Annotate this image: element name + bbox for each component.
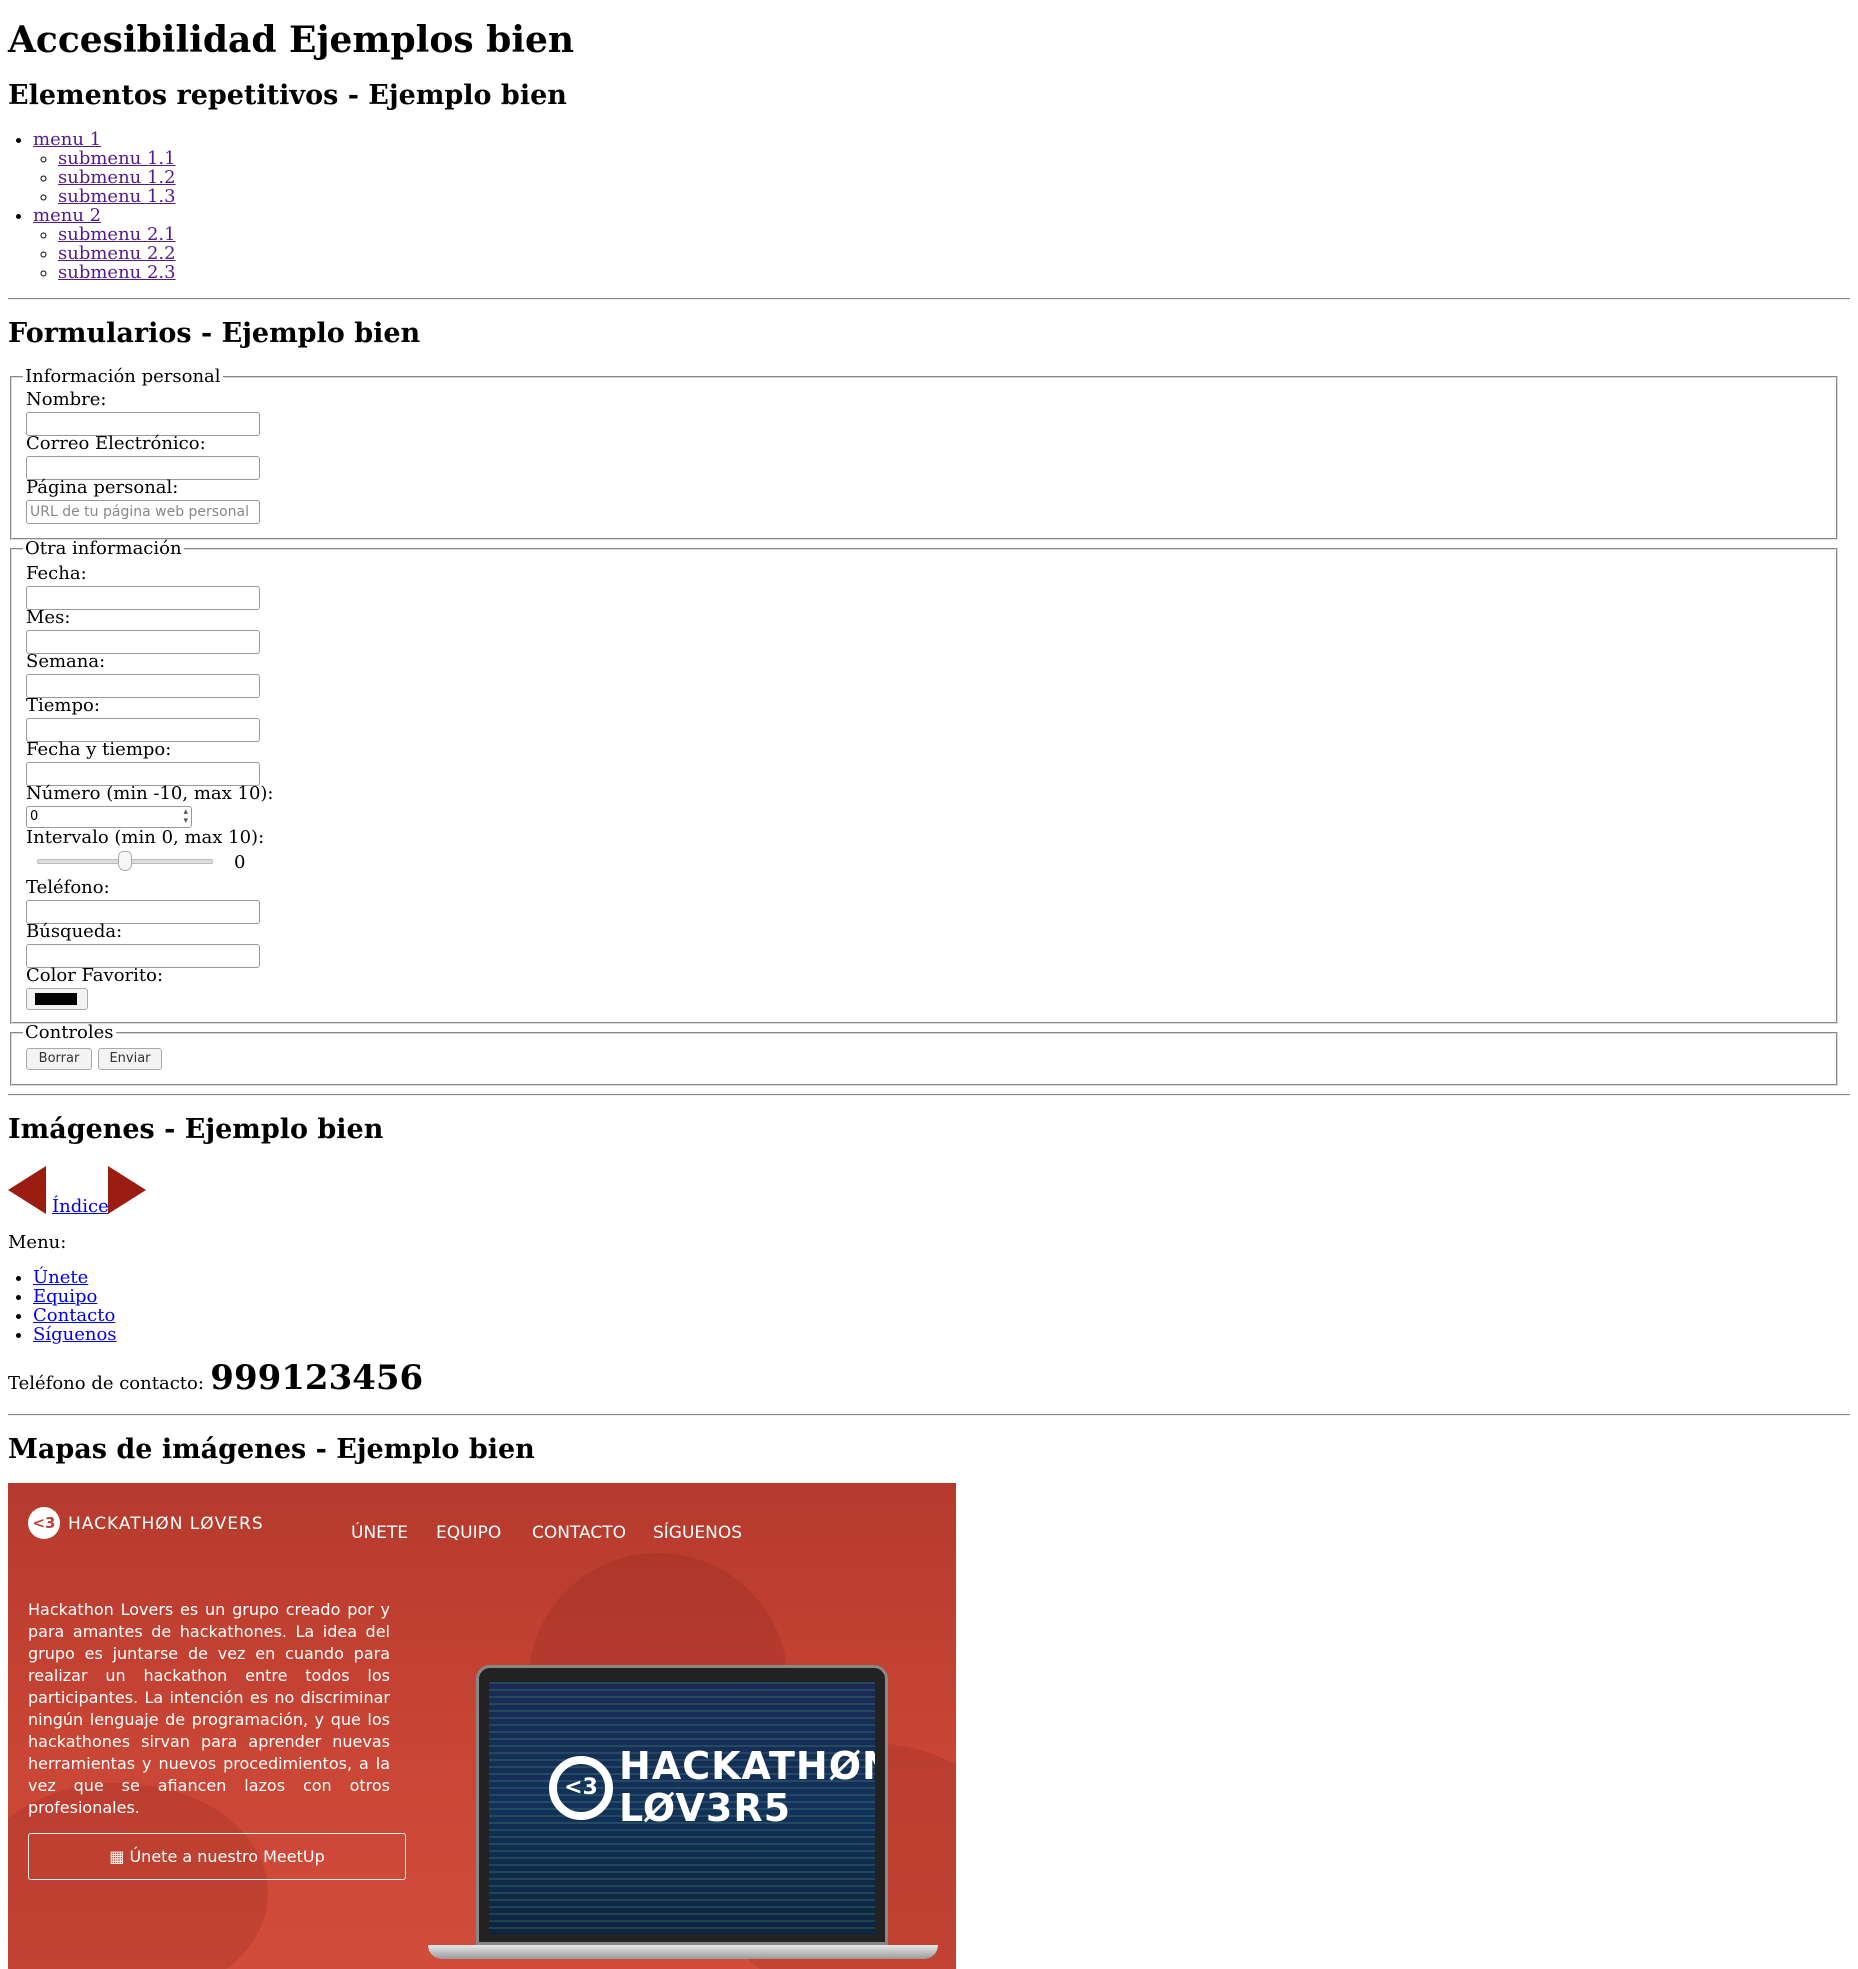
menu-item: menu 2 submenu 2.1 submenu 2.2 submenu 2…	[33, 206, 176, 282]
fieldset-personal: Información personal Nombre: Correo Elec…	[10, 368, 1838, 540]
mes-label: Mes:	[26, 607, 71, 628]
submenu-link-1-2[interactable]: submenu 1.2	[58, 167, 176, 188]
submenu-item: submenu 2.3	[58, 263, 176, 282]
screen-gear-icon: <3	[549, 1756, 613, 1820]
section-heading-repetitive: Elementos repetitivos - Ejemplo bien	[8, 80, 567, 111]
submit-button[interactable]: Enviar	[98, 1048, 162, 1070]
submenu-link-2-2[interactable]: submenu 2.2	[58, 243, 176, 264]
reset-button[interactable]: Borrar	[26, 1048, 92, 1070]
submenu-item: submenu 1.2	[58, 168, 176, 187]
submenu-item: submenu 2.1	[58, 225, 176, 244]
busqueda-label: Búsqueda:	[26, 921, 123, 942]
meetup-button[interactable]: ▦ Únete a nuestro MeetUp	[28, 1833, 406, 1880]
meetup-label: Únete a nuestro MeetUp	[129, 1847, 325, 1866]
pagina-label: Página personal:	[26, 477, 179, 498]
tiempo-label: Tiempo:	[26, 695, 100, 716]
contact-phone: Teléfono de contacto: 999123456	[8, 1358, 423, 1398]
screen-title-2: LØV3R5	[619, 1786, 792, 1830]
image-nav-menu: Únete Equipo Contacto Síguenos	[8, 1268, 117, 1344]
laptop-base	[428, 1945, 938, 1959]
menu-item: Equipo	[33, 1287, 117, 1306]
laptop-image: HACKATHØN LØV3R5 <3	[476, 1665, 888, 1945]
menu-item: Síguenos	[33, 1325, 117, 1344]
section-heading-forms: Formularios - Ejemplo bien	[8, 318, 421, 349]
nombre-label: Nombre:	[26, 389, 107, 410]
submenu-item: submenu 1.3	[58, 187, 176, 206]
divider	[8, 298, 1850, 300]
correo-label: Correo Electrónico:	[26, 433, 206, 454]
nav-menu: menu 1 submenu 1.1 submenu 1.2 submenu 1…	[8, 130, 176, 282]
pagina-input[interactable]: URL de tu página web personal	[26, 500, 260, 524]
menu-item: menu 1 submenu 1.1 submenu 1.2 submenu 1…	[33, 130, 176, 206]
hackathon-description: Hackathon Lovers es un grupo creado por …	[28, 1600, 390, 1817]
map-area-unete[interactable]: ÚNETE	[351, 1522, 408, 1544]
link-contacto[interactable]: Contacto	[33, 1305, 115, 1326]
index-link[interactable]: Índice	[52, 1196, 109, 1217]
map-area-contacto[interactable]: CONTACTO	[532, 1522, 626, 1544]
legend-other: Otra información	[25, 538, 182, 559]
submenu-item: submenu 1.1	[58, 149, 176, 168]
arrow-left-icon[interactable]	[8, 1166, 46, 1214]
link-unete[interactable]: Únete	[33, 1267, 88, 1288]
logo-gear-icon[interactable]: <3	[28, 1507, 60, 1539]
submenu-link-1-3[interactable]: submenu 1.3	[58, 186, 176, 207]
divider	[8, 1414, 1850, 1416]
fieldset-controls: Controles Borrar Enviar	[10, 1024, 1838, 1086]
divider	[8, 1094, 1850, 1096]
phone-label: Teléfono de contacto:	[8, 1373, 204, 1394]
spinner-icon[interactable]: ▴ ▾	[183, 808, 188, 826]
menu-link-1[interactable]: menu 1	[33, 129, 101, 150]
numero-value: 0	[30, 809, 39, 824]
calendar-icon: ▦	[109, 1847, 125, 1866]
arrow-right-icon[interactable]	[108, 1166, 146, 1214]
menu-item: Contacto	[33, 1306, 117, 1325]
submenu-link-2-1[interactable]: submenu 2.1	[58, 224, 176, 245]
section-heading-image-maps: Mapas de imágenes - Ejemplo bien	[8, 1434, 535, 1465]
legend-controls: Controles	[25, 1022, 114, 1043]
link-equipo[interactable]: Equipo	[33, 1286, 97, 1307]
color-swatch	[35, 993, 77, 1005]
fecha-tiempo-label: Fecha y tiempo:	[26, 739, 172, 760]
numero-input[interactable]: 0 ▴ ▾	[26, 806, 192, 828]
intervalo-output: 0	[234, 852, 246, 873]
numero-label: Número (min -10, max 10):	[26, 783, 274, 804]
submenu-item: submenu 2.2	[58, 244, 176, 263]
telefono-label: Teléfono:	[26, 877, 110, 898]
color-label: Color Favorito:	[26, 965, 164, 986]
map-area-siguenos[interactable]: SÍGUENOS	[653, 1522, 742, 1544]
laptop-screen: HACKATHØN LØV3R5 <3	[489, 1682, 875, 1934]
submenu-link-2-3[interactable]: submenu 2.3	[58, 262, 176, 283]
legend-personal: Información personal	[25, 366, 221, 387]
color-picker[interactable]	[26, 988, 88, 1010]
map-area-equipo[interactable]: EQUIPO	[436, 1522, 501, 1544]
menu-item: Únete	[33, 1268, 117, 1287]
screen-title-1: HACKATHØN	[619, 1744, 875, 1788]
section-heading-images: Imágenes - Ejemplo bien	[8, 1114, 384, 1145]
hackathon-image-map: <3 HACKATHØN LØVERS ÚNETE EQUIPO CONTACT…	[8, 1483, 956, 1969]
submenu-link-1-1[interactable]: submenu 1.1	[58, 148, 176, 169]
link-siguenos[interactable]: Síguenos	[33, 1324, 117, 1345]
phone-number: 999123456	[210, 1358, 424, 1398]
intervalo-label: Intervalo (min 0, max 10):	[26, 827, 265, 848]
fieldset-other: Otra información Fecha: Mes: Semana: Tie…	[10, 540, 1838, 1024]
brand-logo[interactable]: HACKATHØN LØVERS	[68, 1509, 264, 1539]
page-title: Accesibilidad Ejemplos bien	[8, 19, 575, 61]
intervalo-slider-thumb[interactable]	[118, 851, 132, 871]
menu-link-2[interactable]: menu 2	[33, 205, 101, 226]
semana-label: Semana:	[26, 651, 106, 672]
menu-label: Menu:	[8, 1232, 67, 1253]
fecha-label: Fecha:	[26, 563, 87, 584]
